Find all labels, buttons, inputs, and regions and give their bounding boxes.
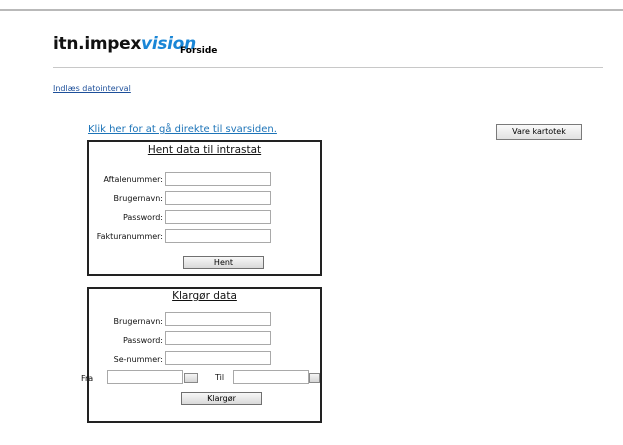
aftalenummer-input[interactable]: [165, 172, 271, 186]
aftalenummer-label: Aftalenummer:: [103, 175, 163, 184]
klargor-button[interactable]: Klargør: [181, 392, 262, 405]
fra-calendar-button[interactable]: [184, 373, 198, 383]
hent-button[interactable]: Hent: [183, 256, 264, 269]
fakturanummer-label: Fakturanummer:: [96, 232, 163, 241]
date-interval-link[interactable]: Indlæs datointerval: [53, 84, 131, 93]
header-divider: [53, 67, 603, 68]
brugernavn-label: Brugernavn:: [113, 317, 163, 326]
brugernavn-input[interactable]: [165, 191, 271, 205]
klargor-data-title: Klargør data: [172, 290, 237, 302]
logo-text-primary: itn.impex: [53, 34, 142, 54]
logo: itn.impexvision: [53, 35, 196, 53]
password-label: Password:: [122, 213, 163, 222]
se-nummer-label: Se-nummer:: [113, 355, 163, 364]
til-label: Til: [215, 373, 225, 382]
fra-date-input[interactable]: [107, 370, 183, 384]
brugernavn-input[interactable]: [165, 312, 271, 326]
nav-forside[interactable]: Forside: [180, 46, 217, 56]
brugernavn-label: Brugernavn:: [113, 194, 163, 203]
top-divider: [0, 9, 623, 11]
go-to-response-link[interactable]: Klik her for at gå direkte til svarsiden…: [88, 124, 277, 135]
se-nummer-input[interactable]: [165, 351, 271, 365]
fakturanummer-input[interactable]: [165, 229, 271, 243]
password-input[interactable]: [165, 331, 271, 345]
klargor-data-panel: Klargør data Brugernavn: Password: Se-nu…: [81, 287, 322, 423]
til-calendar-button[interactable]: [309, 373, 320, 383]
fra-label: Fra: [81, 374, 94, 383]
vare-kartotek-button[interactable]: Vare kartotek: [496, 124, 582, 140]
hent-data-title: Hent data til intrastat: [147, 144, 262, 156]
til-date-input[interactable]: [233, 370, 309, 384]
password-input[interactable]: [165, 210, 271, 224]
hent-data-panel: Hent data til intrastat Aftalenummer: Br…: [87, 140, 322, 276]
password-label: Password:: [122, 336, 163, 345]
